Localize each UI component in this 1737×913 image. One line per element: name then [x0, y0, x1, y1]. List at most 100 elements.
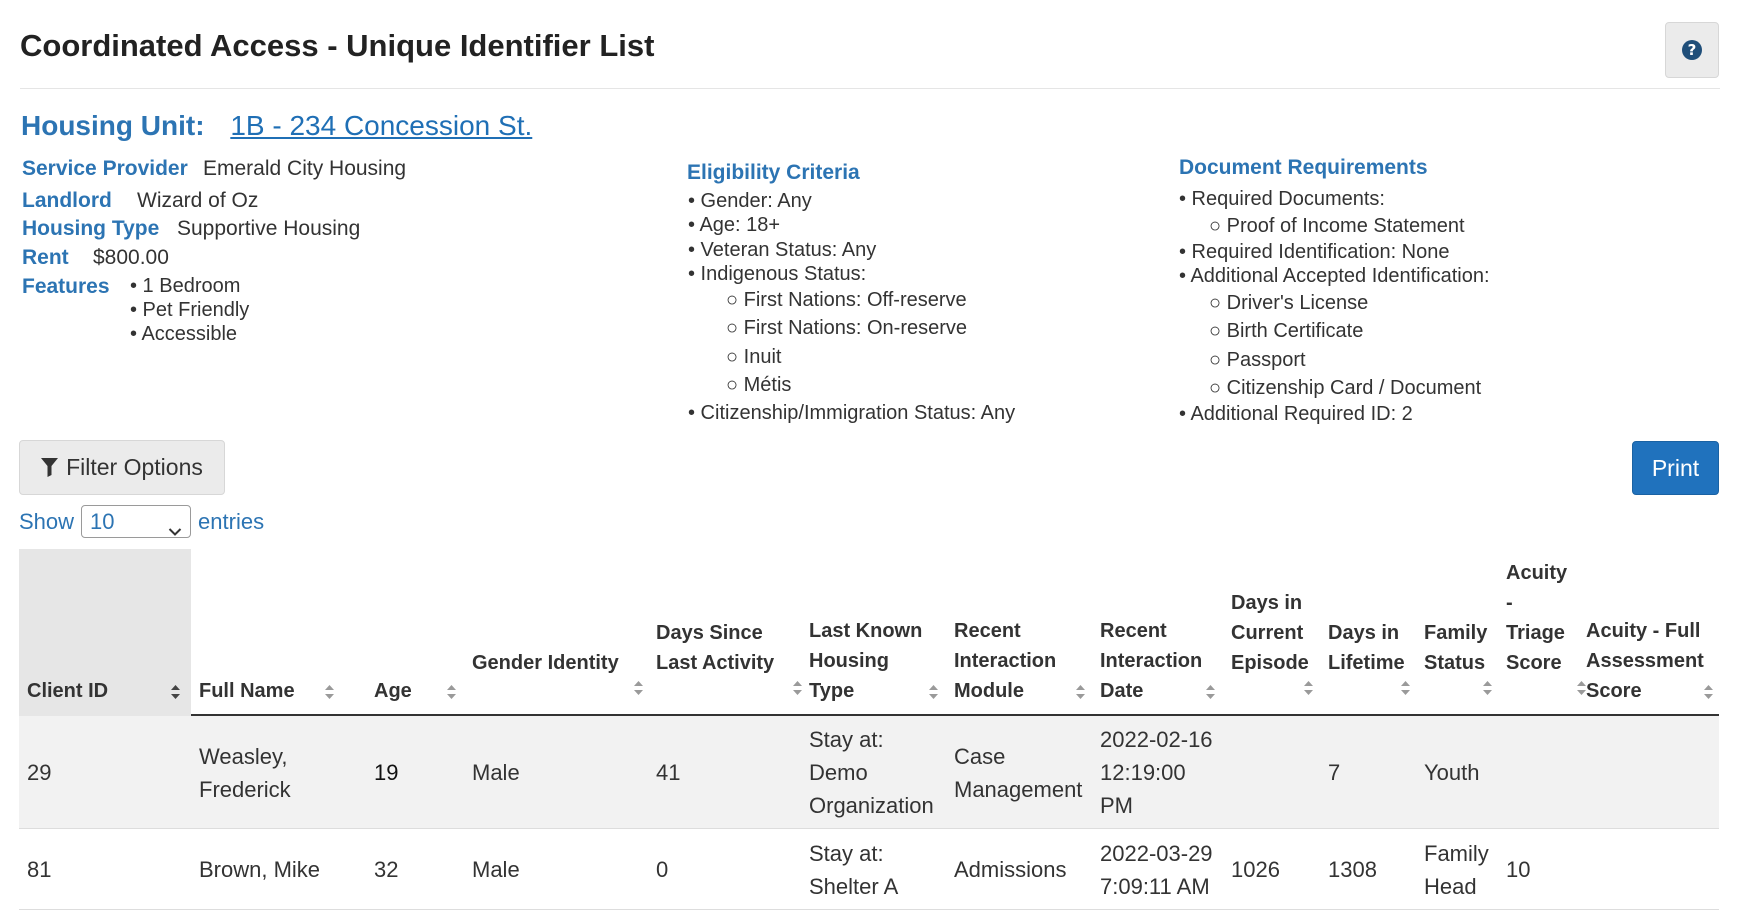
column-header-days-in-current-episode[interactable]: Days in Current Episode	[1231, 588, 1309, 678]
entries-label: entries	[198, 508, 265, 534]
sort-both-icon[interactable]	[1204, 684, 1217, 700]
document-subitem: ○ Passport	[1209, 349, 1306, 371]
document-item: • Additional Required ID: 2	[1179, 403, 1413, 425]
cell-housing-type: Stay at: Demo Organization	[809, 727, 934, 818]
document-subitem: ○ Driver's License	[1209, 292, 1369, 314]
eligibility-item: • Indigenous Status:	[688, 263, 867, 285]
column-header-recent-interaction-date[interactable]: Recent Interaction Date	[1100, 616, 1202, 706]
header-line: Age	[374, 680, 412, 702]
document-item: • Additional Accepted Identification:	[1179, 265, 1490, 287]
column-header-days-since-last-activity[interactable]: Days Since Last Activity	[656, 618, 774, 678]
service-provider-label: Service Provider	[22, 157, 188, 180]
cell-days-since: 0	[656, 857, 669, 882]
housing-type-label: Housing Type	[22, 217, 160, 240]
header-line: Client ID	[27, 680, 109, 702]
column-header-gender-identity[interactable]: Gender Identity	[472, 648, 619, 678]
sort-both-icon[interactable]	[927, 684, 940, 700]
filter-options-button[interactable]: Filter Options	[19, 440, 225, 495]
cell-days-episode: 1026	[1231, 857, 1280, 882]
sort-both-icon[interactable]	[632, 680, 645, 696]
service-provider-value: Emerald City Housing	[203, 157, 407, 180]
eligibility-subitem: ○ Inuit	[726, 346, 782, 368]
sort-both-icon[interactable]	[445, 684, 458, 700]
sort-both-icon[interactable]	[169, 684, 182, 700]
header-line: Days in	[1328, 622, 1400, 644]
document-subitem: ○ Birth Certificate	[1209, 320, 1364, 342]
page-title: Coordinated Access - Unique Identifier L…	[20, 28, 655, 63]
column-header-acuity-triage-score[interactable]: Acuity - Triage Score	[1506, 558, 1567, 678]
eligibility-item: • Gender: Any	[688, 190, 812, 212]
show-label: Show	[19, 508, 75, 534]
entries-select-value: 10	[90, 508, 115, 534]
landlord-row: Landlord Wizard of Oz	[22, 189, 258, 213]
landlord-value: Wizard of Oz	[137, 189, 259, 212]
service-provider-row: Service Provider Emerald City Housing	[22, 157, 406, 181]
column-header-last-known-housing-type[interactable]: Last Known Housing Type	[809, 616, 922, 706]
header-line: Family	[1424, 622, 1488, 644]
cell-client-id: 29	[27, 760, 52, 785]
header-line: Last Activity	[656, 652, 775, 674]
table-row[interactable]: 81 Brown, Mike 32 Male 0 Stay at: Shelter…	[19, 829, 1719, 910]
features-label: Features	[22, 275, 110, 298]
document-subitem: ○ Proof of Income Statement	[1209, 215, 1465, 237]
column-header-family-status[interactable]: Family Status	[1424, 618, 1487, 678]
rent-row: Rent $800.00	[22, 246, 169, 270]
column-header-client-id[interactable]: Client ID	[27, 676, 108, 706]
header-line: Score	[1506, 652, 1562, 674]
sort-both-icon[interactable]	[791, 680, 804, 696]
eligibility-subitem: ○ First Nations: Off-reserve	[726, 289, 967, 311]
housing-type-value: Supportive Housing	[177, 217, 361, 240]
document-item: • Required Identification: None	[1179, 241, 1450, 263]
filter-options-label: Filter Options	[66, 454, 203, 480]
question-circle-icon: ?	[1682, 40, 1702, 60]
eligibility-subitem: ○ First Nations: On-reserve	[726, 317, 968, 339]
features-row: Features	[22, 275, 110, 299]
cell-full-name: Weasley, Frederick	[199, 743, 291, 802]
sort-both-icon[interactable]	[1302, 680, 1315, 696]
cell-gender: Male	[472, 857, 520, 882]
header-line: Acuity	[1506, 562, 1568, 584]
table-row[interactable]: 29 Weasley, Frederick 19 Male 41 Stay at:…	[19, 716, 1719, 829]
feature-item: • 1 Bedroom	[130, 275, 241, 297]
feature-item: • Pet Friendly	[130, 299, 250, 321]
cell-days-lifetime: 1308	[1328, 857, 1377, 882]
header-line: Days Since	[656, 622, 763, 644]
help-button[interactable]: ?	[1665, 22, 1719, 78]
features-list: • 1 Bedroom • Pet Friendly • Accessible	[130, 274, 249, 346]
header-line: Gender Identity	[472, 652, 619, 674]
entries-select[interactable]: 10	[81, 505, 192, 538]
sort-both-icon[interactable]	[323, 684, 336, 700]
eligibility-item: • Veteran Status: Any	[688, 239, 877, 261]
client-table: Client ID Full Name Age Gender Identity …	[19, 549, 1719, 910]
sort-both-icon[interactable]	[1702, 684, 1715, 700]
header-line: Score	[1586, 680, 1642, 702]
eligibility-subitem: ○ Métis	[726, 374, 792, 396]
cell-date: 2022-02-16 12:19:00 PM	[1100, 727, 1213, 818]
cell-age: 19	[374, 760, 399, 785]
sort-both-icon[interactable]	[1074, 684, 1087, 700]
cell-gender: Male	[472, 760, 520, 785]
sort-both-icon[interactable]	[1481, 680, 1494, 696]
document-item: • Required Documents:	[1179, 188, 1385, 210]
document-subitem: ○ Citizenship Card / Document	[1209, 377, 1482, 399]
cell-triage-score: 10	[1506, 857, 1531, 882]
sort-both-icon[interactable]	[1399, 680, 1412, 696]
housing-type-row: Housing Type Supportive Housing	[22, 217, 360, 241]
column-header-acuity-full-assessment-score[interactable]: Acuity - Full Assessment Score	[1586, 616, 1704, 706]
rent-label: Rent	[22, 246, 69, 269]
eligibility-heading: Eligibility Criteria	[687, 161, 860, 184]
header-line: Status	[1424, 652, 1486, 674]
column-header-age[interactable]: Age	[374, 676, 412, 706]
cell-module: Case Management	[954, 743, 1083, 802]
column-header-full-name[interactable]: Full Name	[199, 676, 295, 706]
documents-heading: Document Requirements	[1179, 156, 1428, 179]
housing-unit-heading: Housing Unit: 1B - 234 Concession St.	[21, 110, 532, 142]
title-divider	[20, 88, 1720, 89]
cell-client-id: 81	[27, 857, 52, 882]
column-header-days-in-lifetime[interactable]: Days in Lifetime	[1328, 618, 1405, 678]
print-button[interactable]: Print	[1632, 441, 1719, 495]
column-header-recent-interaction-module[interactable]: Recent Interaction Module	[954, 616, 1056, 706]
housing-unit-link[interactable]: 1B - 234 Concession St.	[230, 110, 532, 141]
landlord-label: Landlord	[22, 189, 112, 212]
entries-length-control: Show 10 entries	[19, 505, 264, 538]
